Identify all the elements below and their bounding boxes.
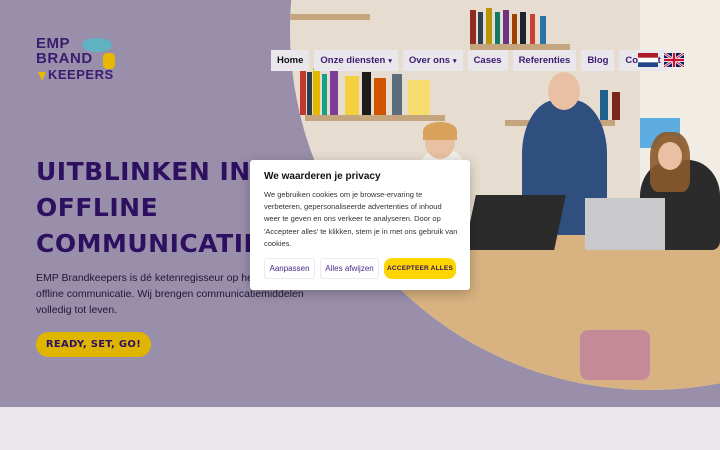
chevron-down-icon: ▾ — [453, 57, 457, 65]
nav-item-cases[interactable]: Cases — [467, 50, 508, 71]
uk-flag-icon[interactable] — [664, 53, 684, 67]
main-navigation: Home Onze diensten ▾ Over ons ▾ Cases Refe… — [271, 50, 667, 71]
hero-lead-text: EMP Brandkeepers is dé ketenregisseur op… — [36, 270, 311, 318]
reject-all-cookies-button[interactable]: Alles afwijzen — [320, 258, 379, 279]
ready-set-go-button[interactable]: READY, SET, GO! — [36, 332, 151, 357]
cookie-body-line: verbeteren, gepersonaliseerde advertenti… — [264, 202, 442, 212]
nav-item-home[interactable]: Home — [271, 50, 310, 71]
logo-line-1: EMP — [36, 35, 71, 52]
brand-logo[interactable]: EMP BRAND KEEPERS — [36, 36, 120, 86]
cookie-dialog-body: We gebruiken cookies om je browse-ervari… — [264, 189, 459, 250]
nav-label: Home — [277, 55, 304, 66]
cookie-body-line: 'Accepteer alles' te klikken, stem je in… — [264, 226, 458, 236]
nav-label: Onze diensten — [320, 55, 386, 66]
hero-lead-line: volledig tot leven. — [36, 304, 118, 316]
nav-label: Blog — [587, 55, 609, 66]
logo-accent-triangle — [38, 72, 46, 81]
nav-label: Over ons — [408, 55, 451, 66]
nav-item-over-ons[interactable]: Over ons ▾ — [402, 50, 463, 71]
section-divider — [0, 407, 720, 450]
cookie-body-line: cookies. — [264, 238, 292, 248]
accept-all-cookies-button[interactable]: ACCEPTEER ALLES — [384, 258, 456, 279]
customize-cookies-button[interactable]: Aanpassen — [264, 258, 315, 279]
cookie-consent-dialog: We waarderen je privacy We gebruiken coo… — [250, 160, 470, 290]
nav-label: Referenties — [518, 55, 571, 66]
hero-lead-line: offline communicatie. Wij brengen commun… — [36, 288, 304, 300]
logo-line-3: KEEPERS — [48, 67, 114, 82]
cookie-body-line: weer te geven en ons verkeer te analyser… — [264, 214, 441, 224]
logo-line-2: BRAND — [36, 50, 93, 67]
hero-lead-line: EMP Brandkeepers is dé ketenregisseur op… — [36, 272, 311, 284]
nav-item-onze-diensten[interactable]: Onze diensten ▾ — [314, 50, 398, 71]
cookie-dialog-title: We waarderen je privacy — [264, 171, 381, 182]
cookie-body-line: We gebruiken cookies om je browse-ervari… — [264, 190, 423, 199]
nav-item-blog[interactable]: Blog — [581, 50, 615, 71]
dutch-flag-icon[interactable] — [638, 53, 658, 67]
nav-label: Cases — [473, 55, 502, 66]
nav-item-referenties[interactable]: Referenties — [512, 50, 577, 71]
chevron-down-icon: ▾ — [388, 57, 392, 65]
